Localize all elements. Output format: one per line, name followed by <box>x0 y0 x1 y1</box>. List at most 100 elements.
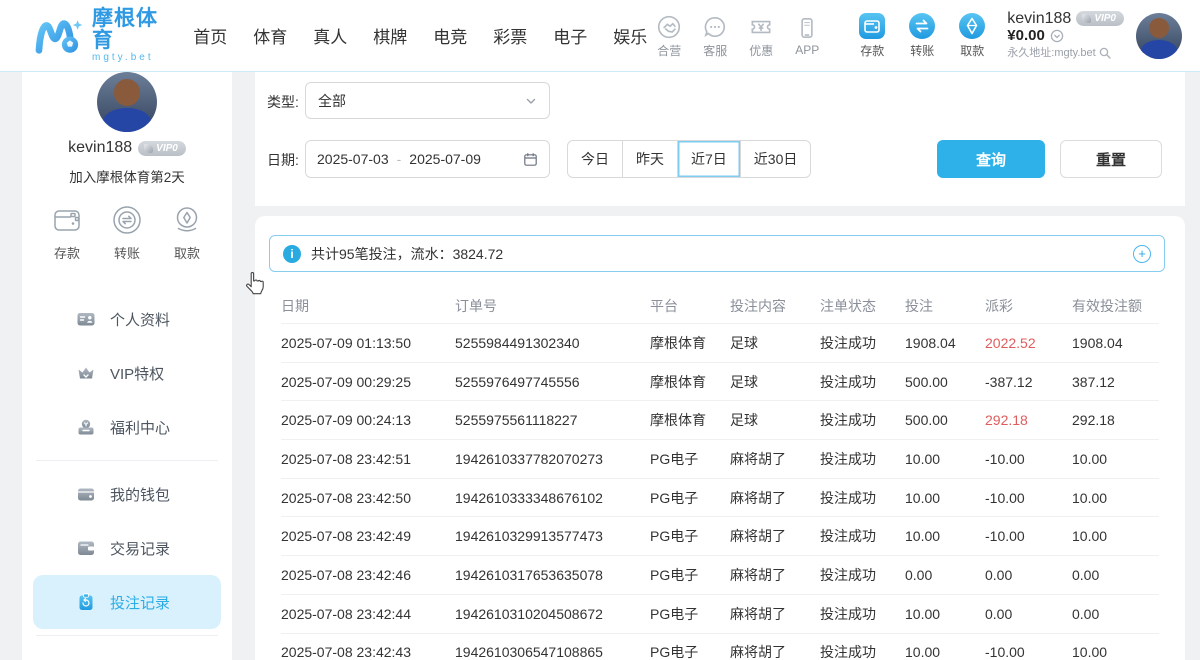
main-nav: 首页 体育 真人 棋牌 电竞 彩票 电子 娱乐 <box>193 23 647 48</box>
range-yesterday-button[interactable]: 昨天 <box>622 141 677 177</box>
cell-content: 麻将胡了 <box>730 565 820 585</box>
header-bet: 投注 <box>905 296 985 316</box>
cell-content: 足球 <box>730 333 820 353</box>
cell-valid: 0.00 <box>1072 606 1159 622</box>
nav-item-entertainment[interactable]: 娱乐 <box>613 23 647 48</box>
cell-valid: 10.00 <box>1072 528 1159 544</box>
permanent-address: 永久地址:mgty.bet <box>1007 45 1095 61</box>
date-range-input[interactable]: 2025-07-03 - 2025-07-09 <box>305 140 550 178</box>
menu-label-welfare: 福利中心 <box>110 417 170 438</box>
table-row: 2025-07-08 23:42:49 1942610329913577473 … <box>281 517 1159 556</box>
nav-item-cards[interactable]: 棋牌 <box>373 23 407 48</box>
sidebar-item-wallet[interactable]: 我的钱包 <box>22 467 232 521</box>
cell-date: 2025-07-08 23:42:44 <box>281 606 455 622</box>
table-row: 2025-07-08 23:42:44 1942610310204508672 … <box>281 595 1159 634</box>
type-select-value: 全部 <box>318 91 346 111</box>
menu-label-wallet: 我的钱包 <box>110 484 170 505</box>
user-avatar[interactable] <box>1136 13 1182 59</box>
chat-icon <box>702 13 728 41</box>
menu-label-transactions: 交易记录 <box>110 538 170 559</box>
table-header-row: 日期 订单号 平台 投注内容 注单状态 投注 派彩 有效投注额 <box>281 288 1159 324</box>
nav-item-lottery[interactable]: 彩票 <box>493 23 527 48</box>
range-today-button[interactable]: 今日 <box>568 141 622 177</box>
user-info: kevin188 VIP0 ¥0.00 永久地址:mgty.bet <box>1007 11 1124 61</box>
cell-platform: PG电子 <box>650 526 730 546</box>
withdraw-label: 取款 <box>960 42 984 59</box>
cell-platform: PG电子 <box>650 449 730 469</box>
cell-status: 投注成功 <box>820 410 905 430</box>
cell-payout: 0.00 <box>985 606 1072 622</box>
sidebar-withdraw-button[interactable]: 取款 <box>169 202 205 262</box>
support-label: 客服 <box>703 42 727 59</box>
cell-content: 麻将胡了 <box>730 449 820 469</box>
table-row: 2025-07-09 01:13:50 5255984491302340 摩根体… <box>281 324 1159 363</box>
cell-date: 2025-07-08 23:42:50 <box>281 490 455 506</box>
cell-bet: 10.00 <box>905 451 985 467</box>
withdraw-outline-icon <box>169 202 205 238</box>
type-select[interactable]: 全部 <box>305 82 550 119</box>
header-withdraw-button[interactable]: 取款 <box>947 12 997 59</box>
cell-bet: 10.00 <box>905 644 985 660</box>
sidebar-avatar[interactable] <box>97 72 157 132</box>
cell-status: 投注成功 <box>820 604 905 624</box>
cell-platform: 摩根体育 <box>650 333 730 353</box>
table-row: 2025-07-08 23:42:43 1942610306547108865 … <box>281 634 1159 660</box>
sidebar-withdraw-label: 取款 <box>174 243 200 262</box>
cell-bet: 10.00 <box>905 490 985 506</box>
cell-platform: 摩根体育 <box>650 410 730 430</box>
nav-item-slots[interactable]: 电子 <box>553 23 587 48</box>
quick-date-ranges: 今日 昨天 近7日 近30日 <box>567 140 811 178</box>
nav-item-sports[interactable]: 体育 <box>253 23 287 48</box>
cell-valid: 0.00 <box>1072 567 1159 583</box>
cell-order: 1942610337782070273 <box>455 451 650 467</box>
range-last7days-button[interactable]: 近7日 <box>677 141 740 177</box>
cell-content: 麻将胡了 <box>730 526 820 546</box>
cell-valid: 10.00 <box>1072 644 1159 660</box>
sidebar-item-transactions[interactable]: 交易记录 <box>22 521 232 575</box>
username[interactable]: kevin188 <box>1007 11 1071 27</box>
date-filter-label: 日期: <box>267 150 299 170</box>
cell-bet: 500.00 <box>905 412 985 428</box>
crown-icon <box>76 363 96 383</box>
deposit-label: 存款 <box>860 42 884 59</box>
sidebar-item-welfare[interactable]: 福利中心 <box>22 400 232 454</box>
cell-status: 投注成功 <box>820 333 905 353</box>
nav-item-live[interactable]: 真人 <box>313 23 347 48</box>
cell-valid: 1908.04 <box>1072 335 1159 351</box>
sidebar-item-vip[interactable]: VIP特权 <box>22 346 232 400</box>
cell-bet: 1908.04 <box>905 335 985 351</box>
header-order: 订单号 <box>455 296 650 316</box>
menu-label-vip: VIP特权 <box>110 363 164 384</box>
summary-text: 共计95笔投注，流水：3824.72 <box>311 244 503 264</box>
search-icon[interactable] <box>1099 47 1111 59</box>
refresh-balance-icon[interactable] <box>1050 29 1064 43</box>
cell-bet: 10.00 <box>905 528 985 544</box>
sidebar-item-bet-records[interactable]: 投注记录 <box>33 575 221 629</box>
app-link[interactable]: APP <box>785 14 829 57</box>
support-link[interactable]: 客服 <box>693 13 737 59</box>
promo-link[interactable]: 优惠 <box>739 13 783 59</box>
brand-logo[interactable]: 摩根体育 mgty.bet <box>34 8 161 64</box>
cell-order: 1942610329913577473 <box>455 528 650 544</box>
header-transfer-button[interactable]: 转账 <box>897 12 947 59</box>
sidebar-deposit-button[interactable]: 存款 <box>49 202 85 262</box>
cell-bet: 0.00 <box>905 567 985 583</box>
nav-item-esports[interactable]: 电竞 <box>433 23 467 48</box>
cell-valid: 10.00 <box>1072 451 1159 467</box>
cell-payout: -10.00 <box>985 644 1072 660</box>
menu-divider <box>36 635 218 636</box>
nav-item-home[interactable]: 首页 <box>193 23 227 48</box>
sidebar-item-profile[interactable]: 个人资料 <box>22 292 232 346</box>
range-last30days-button[interactable]: 近30日 <box>740 141 811 177</box>
sidebar-item-prize-records[interactable]: 兑奖记录 <box>22 642 232 660</box>
expand-summary-icon[interactable]: + <box>1133 245 1151 263</box>
header-status: 注单状态 <box>820 296 905 316</box>
calendar-icon <box>523 152 538 167</box>
header-deposit-button[interactable]: 存款 <box>847 12 897 59</box>
partner-link[interactable]: 合营 <box>647 13 691 59</box>
cell-status: 投注成功 <box>820 526 905 546</box>
search-button[interactable]: 查询 <box>937 140 1045 178</box>
cell-order: 1942610317653635078 <box>455 567 650 583</box>
reset-button[interactable]: 重置 <box>1060 140 1162 178</box>
sidebar-transfer-button[interactable]: 转账 <box>109 202 145 262</box>
